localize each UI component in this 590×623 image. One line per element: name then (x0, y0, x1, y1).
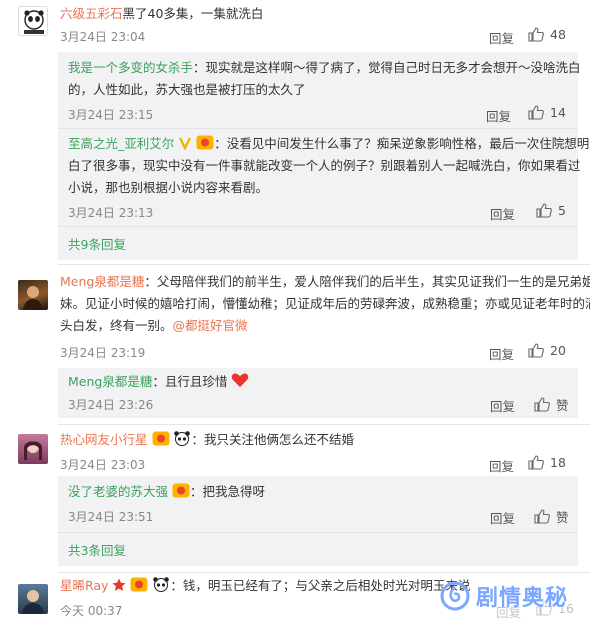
comment-timestamp: 3月24日 23:04 (60, 30, 146, 44)
comment-text-line: 头白发，终有一别。@都挺好官微 (60, 316, 248, 336)
comment-body: 黑了40多集，一集就洗白 (122, 6, 264, 21)
reply-list: Meng泉都是糖：且行且珍惜 3月24日 23:26 回复 赞 (58, 368, 578, 418)
reply-timestamp: 3月24日 23:13 (68, 206, 154, 220)
view-more-replies-link[interactable]: 共9条回复 (68, 234, 126, 253)
star-icon (112, 578, 126, 591)
reply-timestamp: 3月24日 23:26 (68, 398, 154, 412)
reply-text-line: 白了很多事，现实中没有一件事就能改变一个人的例子？别跟着别人一起喊洗白，你如果看… (68, 158, 581, 173)
like-label: 赞 (556, 398, 569, 413)
reply-body: ：现实就是这样啊～得了病了，觉得自己时日无多才会想开～没啥洗白 (193, 60, 581, 75)
like-button[interactable]: 赞 (534, 507, 569, 526)
watermark-text: 剧情奥秘 (476, 585, 569, 611)
reply-text-line: 我是一个多变的女杀手：现实就是这样啊～得了病了，觉得自己时日无多才会想开～没啥洗… (68, 58, 581, 78)
thumbs-up-icon (528, 455, 544, 470)
like-button[interactable]: 5 (536, 203, 566, 218)
username-link[interactable]: 星晞Ray (60, 578, 108, 593)
comment-text-line: 六级五彩石黑了40多集，一集就洗白 (60, 4, 263, 24)
comment-body: ：我只关注他俩怎么还不结婚 (191, 432, 354, 447)
thumbs-up-icon (534, 397, 550, 412)
reply-timestamp: 3月24日 23:15 (68, 108, 154, 122)
member-badge-icon (196, 135, 214, 150)
comment-body: 头白发，终有一别。 (60, 318, 173, 333)
username-link[interactable]: 我是一个多变的女杀手 (68, 60, 193, 75)
like-count: 18 (550, 455, 566, 470)
avatar[interactable] (18, 434, 48, 464)
avatar[interactable] (18, 6, 48, 36)
thumbs-up-icon (534, 509, 550, 524)
comment-text-line: Meng泉都是糖：父母陪伴我们的前半生，爱人陪伴我们的后半生，其实见证我们一生的… (60, 272, 590, 292)
panda-emoji-icon (153, 577, 170, 592)
thumbs-up-icon (536, 203, 552, 218)
comment-divider (58, 264, 590, 265)
reply-body: ：把我急得呀 (190, 484, 266, 499)
panda-emoji-icon (174, 431, 191, 446)
comment-timestamp: 3月24日 23:03 (60, 458, 146, 472)
member-badge-icon (152, 431, 169, 446)
reply-button[interactable]: 回复 (489, 344, 514, 363)
like-count: 5 (558, 203, 566, 218)
reply-button[interactable]: 回复 (486, 106, 511, 125)
reply-divider (58, 532, 578, 533)
watermark-logo-icon (440, 581, 470, 610)
avatar[interactable] (18, 280, 48, 310)
reply-text-line: 小说，那也别根据小说内容来看剧。 (68, 180, 269, 195)
like-count: 14 (550, 105, 566, 120)
comment-text-line: 热心网友小行星 ：我只关注他俩怎么还不结婚 (60, 430, 354, 450)
like-button[interactable]: 14 (528, 105, 566, 120)
reply-text-line: Meng泉都是糖：且行且珍惜 (68, 372, 249, 392)
like-count: 20 (550, 343, 566, 358)
thumbs-up-icon (528, 105, 544, 120)
watermark: 剧情奥秘 (440, 568, 590, 623)
reply-button[interactable]: 回复 (490, 204, 515, 223)
like-button[interactable]: 赞 (534, 395, 569, 414)
verified-v-icon (179, 137, 192, 150)
reply-list: 我是一个多变的女杀手：现实就是这样啊～得了病了，觉得自己时日无多才会想开～没啥洗… (58, 52, 589, 260)
reply-text-line: 的，人性如此，苏大强也是被打压的太久了 (68, 82, 306, 97)
like-button[interactable]: 48 (528, 27, 566, 42)
username-link[interactable]: 至高之光_亚利艾尔 (68, 136, 174, 151)
reply-divider (58, 128, 578, 129)
mention-link[interactable]: @都挺好官微 (173, 318, 248, 333)
username-link[interactable]: 六级五彩石 (60, 6, 123, 21)
username-link[interactable]: 热心网友小行星 (60, 432, 148, 447)
portrait-avatar-icon (24, 441, 42, 460)
username-link[interactable]: 没了老婆的苏大强 (68, 484, 168, 499)
reply-button[interactable]: 回复 (489, 456, 514, 475)
like-label: 赞 (556, 510, 569, 525)
comment-timestamp: 3月24日 23:19 (60, 346, 146, 360)
comment-text-line: 妹。见证小时候的嬉哈打闹，懵懂幼稚；见证成年后的劳碌奔波，成熟稳重；亦或见证老年… (60, 296, 590, 311)
portrait-avatar-icon (23, 286, 43, 310)
like-button[interactable]: 20 (528, 343, 566, 358)
panda-avatar-icon (24, 10, 44, 34)
reply-button[interactable]: 回复 (490, 508, 515, 527)
view-more-replies-link[interactable]: 共3条回复 (68, 540, 126, 559)
reply-list: 没了老婆的苏大强 ：把我急得呀 3月24日 23:51 回复 赞 共3条回复 (58, 476, 578, 566)
reply-divider (58, 226, 578, 227)
username-link[interactable]: Meng泉都是糖 (68, 374, 152, 389)
thumbs-up-icon (528, 343, 544, 358)
heart-icon (232, 373, 249, 387)
reply-text-line: 没了老婆的苏大强 ：把我急得呀 (68, 482, 265, 502)
reply-button[interactable]: 回复 (489, 28, 514, 47)
comment-body: ：父母陪伴我们的前半生，爱人陪伴我们的后半生，其实见证我们一生的是兄弟姐 (144, 274, 590, 289)
comment-divider (58, 424, 590, 425)
member-badge-icon (172, 483, 190, 498)
like-button[interactable]: 18 (528, 455, 566, 470)
comment-text-line: 星晞Ray ：钱，明玉已经有了；与父亲之后相处时光对明玉来说 (60, 576, 470, 596)
thumbs-up-icon (528, 27, 544, 42)
reply-button[interactable]: 回复 (490, 396, 515, 415)
like-count: 48 (550, 27, 566, 42)
reply-body: ：没看见中间发生什么事了？痴呆逆象影响性格，最后一次住院想明 (214, 136, 590, 151)
username-link[interactable]: Meng泉都是糖 (60, 274, 144, 289)
member-badge-icon (130, 577, 148, 592)
reply-text-line: 至高之光_亚利艾尔 ：没看见中间发生什么事了？痴呆逆象影响性格，最后一次住院想明 (68, 134, 589, 154)
portrait-avatar-icon (22, 590, 44, 614)
comment-body: ：钱，明玉已经有了；与父亲之后相处时光对明玉来说 (170, 578, 471, 593)
comment-timestamp: 今天 00:37 (60, 604, 123, 618)
reply-body: ：且行且珍惜 (152, 374, 228, 389)
reply-timestamp: 3月24日 23:51 (68, 510, 154, 524)
avatar[interactable] (18, 584, 48, 614)
